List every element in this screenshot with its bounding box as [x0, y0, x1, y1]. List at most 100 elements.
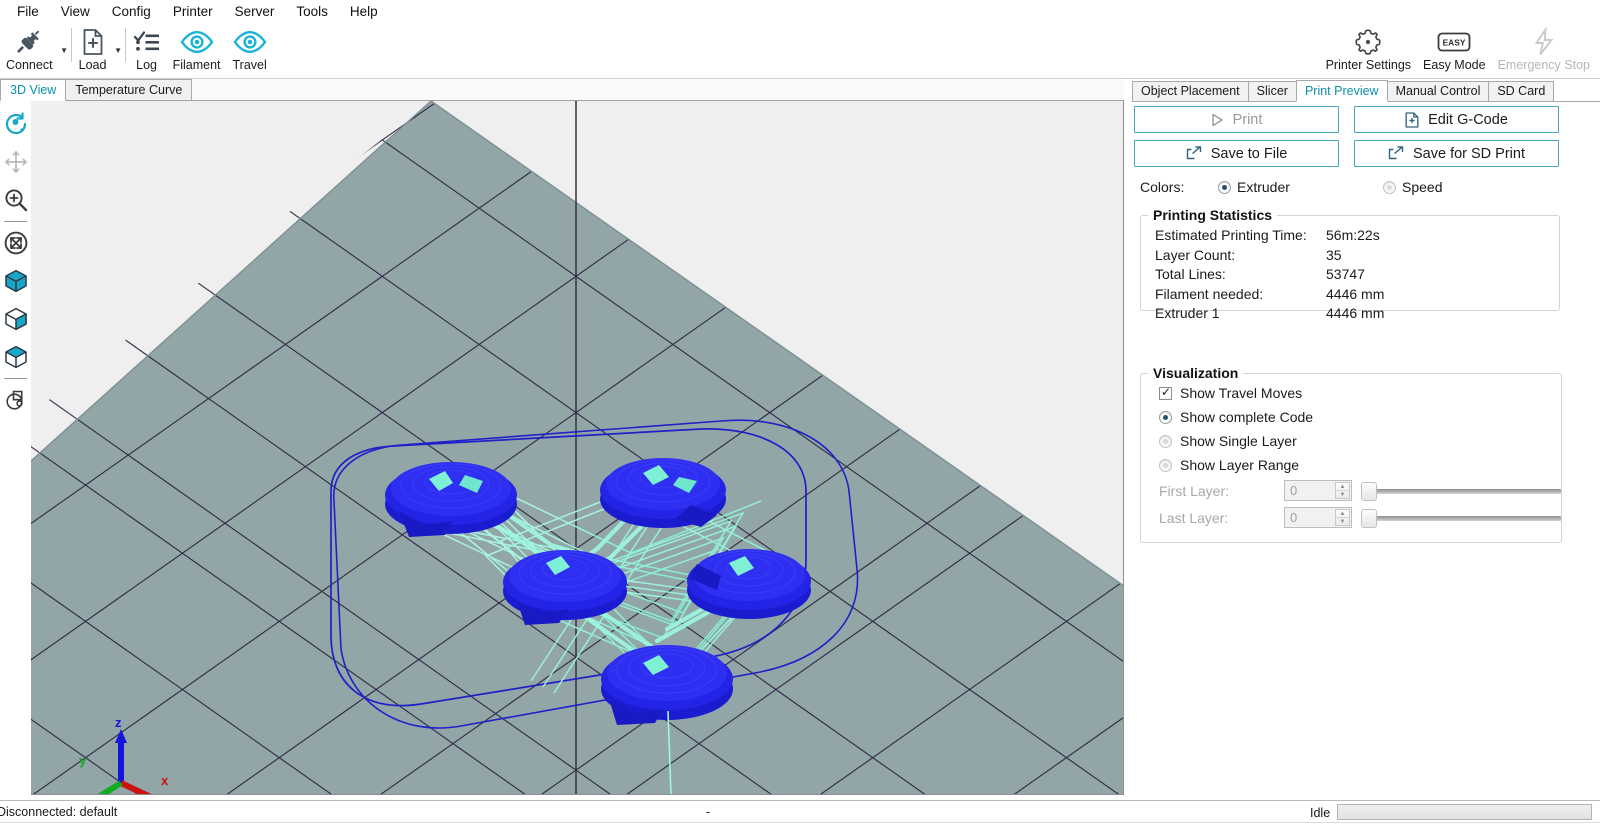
rotate-view-icon[interactable]: [1, 105, 30, 143]
zoom-view-icon[interactable]: [1, 181, 30, 219]
last-layer-slider[interactable]: [1361, 508, 1561, 528]
connect-button[interactable]: Connect: [0, 24, 59, 72]
show-travel-moves-label: Show Travel Moves: [1180, 385, 1303, 401]
stat-key: Estimated Printing Time:: [1155, 227, 1307, 243]
tab-print-preview[interactable]: Print Preview: [1295, 80, 1388, 102]
slider-thumb[interactable]: [1361, 508, 1377, 528]
color-mode-speed[interactable]: Speed: [1383, 179, 1442, 195]
table-row: Estimated Printing Time: 56m:22s: [1141, 226, 1559, 246]
printing-statistics-group: Printing Statistics Estimated Printing T…: [1140, 207, 1560, 321]
stepper-buttons[interactable]: ▲ ▼: [1335, 509, 1350, 526]
last-layer-row: Last Layer: 0 ▲ ▼: [1141, 504, 1561, 531]
menu-item-help[interactable]: Help: [339, 1, 389, 23]
stepper-up-icon[interactable]: ▲: [1336, 510, 1349, 518]
svg-text:x: x: [161, 773, 169, 788]
menu-item-tools[interactable]: Tools: [285, 1, 339, 23]
show-complete-code-radio[interactable]: Show complete Code: [1141, 405, 1561, 429]
radio-extruder-icon[interactable]: [1218, 180, 1231, 194]
colors-label: Colors:: [1140, 179, 1185, 195]
export-icon: [1186, 146, 1202, 161]
travel-button[interactable]: Travel: [227, 24, 273, 72]
load-dropdown-arrow[interactable]: ▼: [113, 46, 124, 55]
checklist-icon: [133, 27, 161, 57]
first-layer-slider[interactable]: [1361, 481, 1561, 501]
save-to-file-button[interactable]: Save to File: [1134, 140, 1339, 167]
right-panel: Object Placement Slicer Print Preview Ma…: [1128, 79, 1600, 795]
fit-to-screen-icon[interactable]: [1, 224, 30, 262]
file-edit-icon: [1405, 111, 1419, 128]
radio-icon[interactable]: [1159, 434, 1172, 448]
printer-settings-button[interactable]: Printer Settings: [1320, 24, 1417, 72]
tab-slicer[interactable]: Slicer: [1247, 81, 1297, 101]
printer-settings-label: Printer Settings: [1325, 58, 1412, 72]
visualization-title: Visualization: [1153, 365, 1239, 381]
easy-mode-button[interactable]: EASY Easy Mode: [1417, 24, 1492, 72]
menu-item-server[interactable]: Server: [224, 1, 286, 23]
color-mode-extruder[interactable]: Extruder: [1218, 179, 1383, 195]
menu-item-printer[interactable]: Printer: [162, 1, 224, 23]
radio-icon[interactable]: [1159, 458, 1172, 472]
emergency-stop-button[interactable]: Emergency Stop: [1492, 24, 1596, 72]
show-layer-range-radio[interactable]: Show Layer Range: [1141, 453, 1561, 477]
show-single-layer-radio[interactable]: Show Single Layer: [1141, 429, 1561, 453]
tab-object-placement[interactable]: Object Placement: [1132, 81, 1249, 101]
stepper-up-icon[interactable]: ▲: [1336, 483, 1349, 491]
panel-tab-bar: Object Placement Slicer Print Preview Ma…: [1132, 80, 1600, 102]
stat-key: Filament needed:: [1155, 285, 1264, 302]
save-for-sd-print-button[interactable]: Save for SD Print: [1354, 140, 1559, 167]
tab-3d-view[interactable]: 3D View: [0, 79, 67, 101]
connect-dropdown-arrow[interactable]: ▼: [59, 46, 70, 55]
stat-value: 53747: [1326, 266, 1365, 282]
view-top-icon[interactable]: [1, 338, 30, 376]
radio-speed-icon[interactable]: [1383, 180, 1396, 194]
view-wireframe-icon[interactable]: [1, 300, 30, 338]
stepper-buttons[interactable]: ▲ ▼: [1335, 482, 1350, 499]
travel-label: Travel: [232, 58, 267, 72]
move-view-icon[interactable]: [1, 143, 30, 181]
first-layer-stepper[interactable]: 0 ▲ ▼: [1284, 480, 1352, 501]
table-row: Filament needed: 4446 mm: [1141, 285, 1559, 305]
print-button[interactable]: Print: [1134, 106, 1339, 133]
eye-filament-icon: [180, 27, 214, 57]
rail-divider: [4, 221, 27, 222]
job-state-label: Idle: [1310, 806, 1331, 820]
radio-icon[interactable]: [1159, 410, 1172, 424]
tab-manual-control[interactable]: Manual Control: [1386, 81, 1490, 101]
menu-item-file[interactable]: File: [6, 1, 50, 23]
printed-object: [600, 458, 726, 528]
stepper-down-icon[interactable]: ▼: [1336, 518, 1349, 525]
svg-text:EASY: EASY: [1443, 38, 1466, 48]
show-layer-range-label: Show Layer Range: [1180, 457, 1300, 473]
first-layer-label: First Layer:: [1159, 482, 1230, 499]
view-solid-icon[interactable]: [1, 262, 30, 300]
action-button-grid: Print Edit G-Code Save to File Save for …: [1134, 106, 1559, 167]
save-for-sd-print-label: Save for SD Print: [1412, 145, 1525, 162]
slider-thumb[interactable]: [1361, 481, 1377, 501]
filament-label: Filament: [172, 58, 221, 72]
menu-item-view[interactable]: View: [50, 1, 101, 23]
stepper-down-icon[interactable]: ▼: [1336, 491, 1349, 498]
status-bar: Disconnected: default - Idle: [0, 800, 1600, 840]
status-divider: [0, 822, 1600, 823]
view-tab-bar: 3D View Temperature Curve: [0, 79, 1124, 101]
edit-gcode-button[interactable]: Edit G-Code: [1354, 106, 1559, 133]
connect-label: Connect: [6, 58, 53, 72]
view-multi-object-icon[interactable]: [1, 381, 30, 419]
tab-sd-card[interactable]: SD Card: [1488, 81, 1555, 101]
menu-item-config[interactable]: Config: [101, 1, 162, 23]
last-layer-stepper[interactable]: 0 ▲ ▼: [1284, 507, 1352, 528]
toolbar-separator: [124, 28, 126, 62]
viewport-tool-rail: [0, 101, 31, 795]
checkbox-icon[interactable]: [1159, 385, 1172, 400]
load-button[interactable]: Load: [73, 24, 113, 72]
log-button[interactable]: Log: [127, 24, 167, 72]
show-travel-moves-checkbox[interactable]: Show Travel Moves: [1141, 381, 1561, 405]
emergency-stop-label: Emergency Stop: [1497, 58, 1590, 72]
play-icon: [1211, 113, 1224, 127]
tab-temperature-curve[interactable]: Temperature Curve: [65, 79, 193, 100]
show-complete-code-label: Show complete Code: [1180, 409, 1314, 425]
3d-viewport[interactable]: x y z: [31, 101, 1124, 795]
print-label: Print: [1232, 111, 1263, 128]
slider-track: [1369, 515, 1561, 521]
filament-button[interactable]: Filament: [167, 24, 227, 72]
